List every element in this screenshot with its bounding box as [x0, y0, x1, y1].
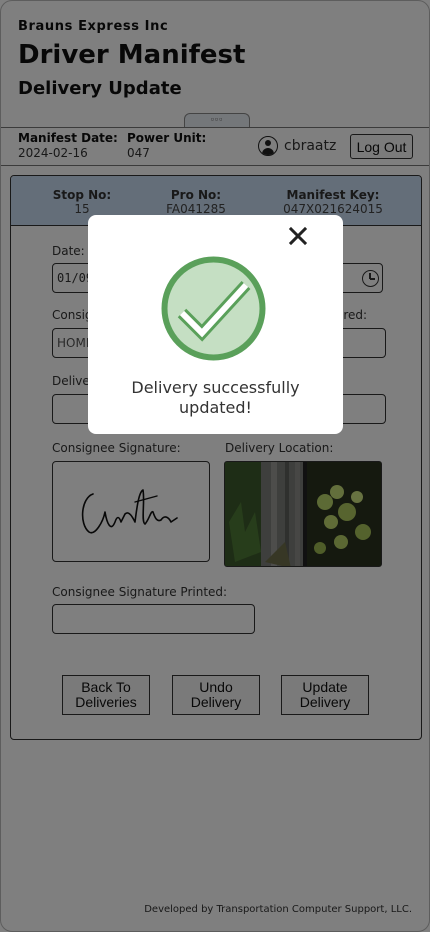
success-modal: Delivery successfully updated! [88, 215, 343, 434]
check-circle-icon [161, 256, 266, 361]
close-icon[interactable] [287, 225, 309, 247]
success-message: Delivery successfully updated! [131, 378, 300, 417]
modal-overlay[interactable] [0, 0, 430, 932]
